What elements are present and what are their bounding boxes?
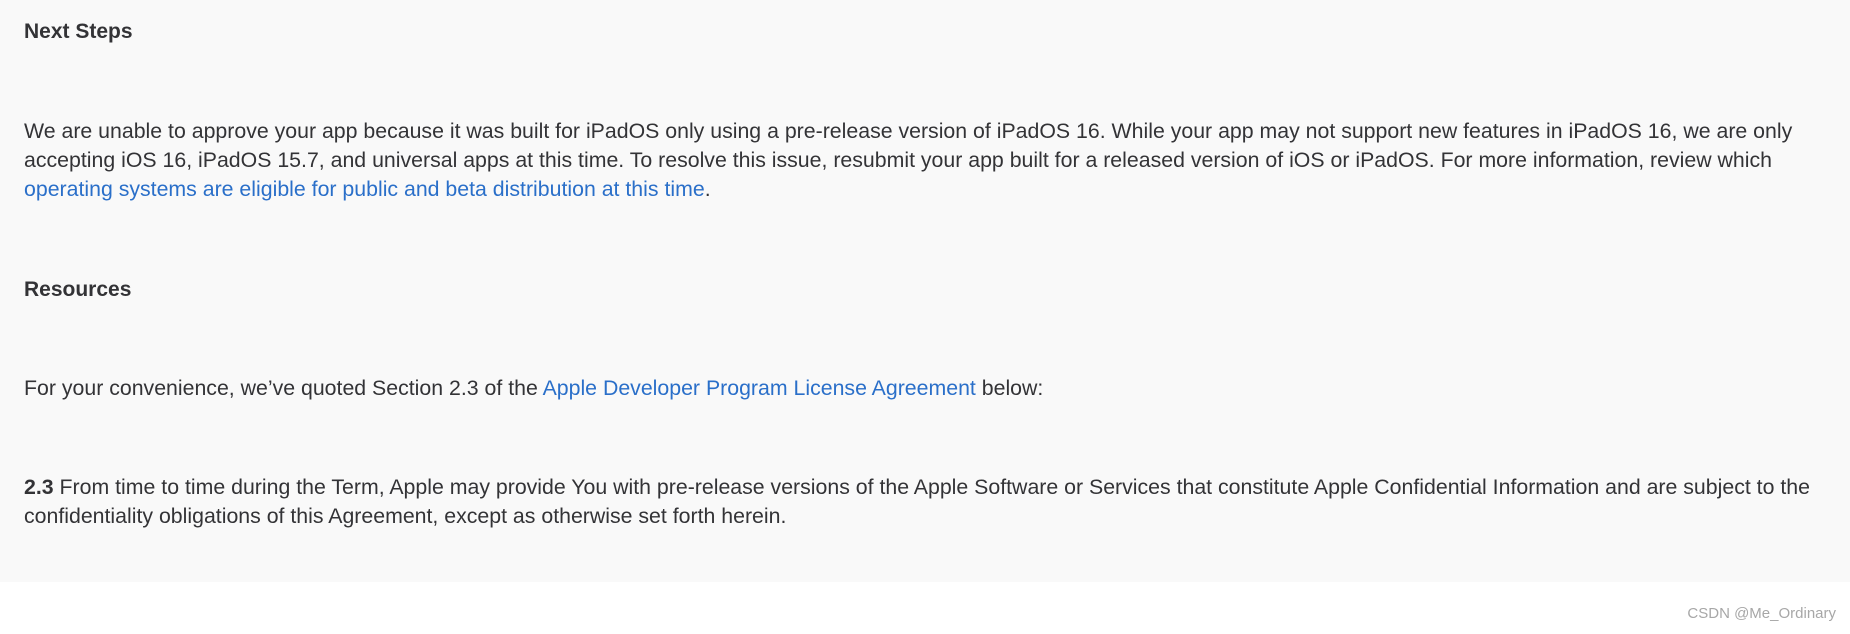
next-steps-paragraph: We are unable to approve your app becaus… <box>24 117 1842 204</box>
section-quote-paragraph: 2.3 From time to time during the Term, A… <box>24 473 1842 531</box>
resources-intro-end: below: <box>975 376 1044 400</box>
next-steps-period: . <box>704 177 711 201</box>
resources-intro-text: For your convenience, we’ve quoted Secti… <box>24 376 543 400</box>
eligible-os-link[interactable]: operating systems are eligible for publi… <box>24 177 705 201</box>
license-agreement-link[interactable]: Apple Developer Program License Agreemen… <box>543 376 976 400</box>
message-panel: Next Steps We are unable to approve your… <box>0 0 1850 582</box>
next-steps-heading: Next Steps <box>24 20 133 43</box>
resources-intro-paragraph: For your convenience, we’ve quoted Secti… <box>24 374 1842 403</box>
section-quote-text: From time to time during the Term, Apple… <box>24 475 1810 528</box>
watermark-text: CSDN @Me_Ordinary <box>1687 605 1836 622</box>
section-number: 2.3 <box>24 475 54 499</box>
resources-heading: Resources <box>24 278 132 301</box>
next-steps-text: We are unable to approve your app becaus… <box>24 119 1793 172</box>
